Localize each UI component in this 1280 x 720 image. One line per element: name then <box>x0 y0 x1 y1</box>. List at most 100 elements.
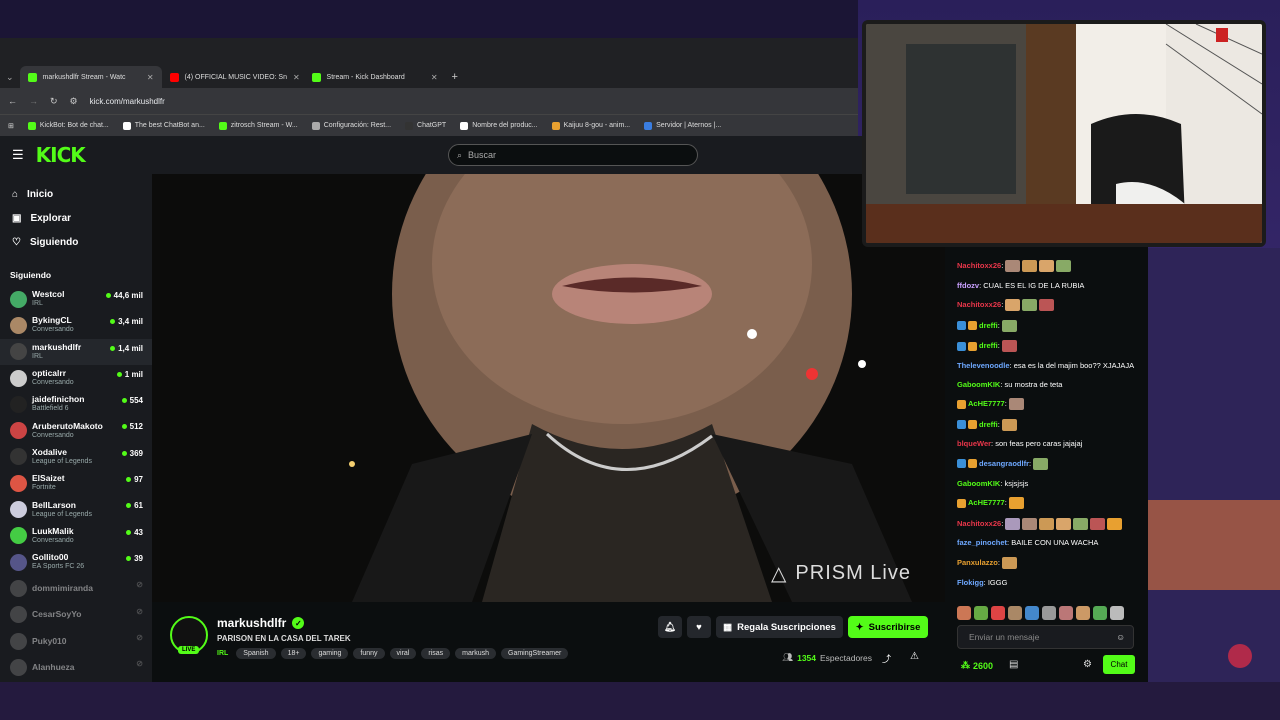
stream-tag[interactable]: markush <box>455 648 497 659</box>
sidebar-channel-item[interactable]: Westcol IRL 44,6 mil <box>0 286 152 312</box>
tab-kick-dashboard[interactable]: Stream - Kick Dashboard ✕ <box>304 66 446 88</box>
quick-emote-icon[interactable] <box>1076 606 1090 620</box>
live-dot-icon <box>126 555 132 561</box>
chat-text: BAILE CON UNA WACHA <box>1011 538 1099 548</box>
bookmark-item[interactable]: zitrosch Stream - W... <box>218 121 298 130</box>
sidebar-channel-item[interactable]: CesarSoyYo ⊘ <box>0 602 152 628</box>
chat-username[interactable]: AcHE7777 <box>968 498 1005 507</box>
category-link[interactable]: IRL <box>217 650 228 657</box>
url-field[interactable]: kick.com/markushdlfr <box>90 97 165 106</box>
sidebar-channel-item[interactable]: BykingCL Conversando 3,4 mil <box>0 312 152 338</box>
sidebar-channel-item[interactable]: BellLarson League of Legends 61 <box>0 496 152 522</box>
sidebar-channel-item[interactable]: dommimiranda ⊘ <box>0 575 152 601</box>
close-icon[interactable]: ✕ <box>293 73 300 82</box>
chat-username[interactable]: Panxulazzo <box>957 558 998 567</box>
chat-username[interactable]: dreffi <box>979 341 998 350</box>
sidebar-channel-item[interactable]: Xodalive League of Legends 369 <box>0 444 152 470</box>
tab-search-icon[interactable]: ⌄ <box>0 72 20 83</box>
site-info-icon[interactable]: ⚙ <box>70 96 78 107</box>
quick-emote-icon[interactable] <box>1008 606 1022 620</box>
stream-tag[interactable]: funny <box>353 648 385 659</box>
apps-grid-icon[interactable]: ⊞ <box>8 122 14 130</box>
subscribe-button[interactable]: ✦ Suscribirse <box>848 616 928 638</box>
quick-emote-icon[interactable] <box>991 606 1005 620</box>
chat-username[interactable]: faze_pinochet <box>957 538 1007 547</box>
close-icon[interactable]: ✕ <box>431 73 438 82</box>
gear-icon[interactable]: ⚙ <box>1083 659 1092 670</box>
kick-logo[interactable]: KICK <box>36 143 86 167</box>
bookmark-item[interactable]: Configuración: Rest... <box>311 121 391 130</box>
stream-tag[interactable]: 18+ <box>280 648 307 659</box>
chat-username[interactable]: desangraodlfr <box>979 459 1029 468</box>
sidebar-channel-item[interactable]: ElSaizet Fortnite 97 <box>0 470 152 496</box>
gift-subs-button[interactable]: ▦ Regala Suscripciones <box>716 616 843 638</box>
new-tab-plus-icon[interactable]: + <box>446 71 458 83</box>
chat-username[interactable]: Flokigg <box>957 578 984 587</box>
chat-username[interactable]: Nachitoxx26 <box>957 300 1001 309</box>
follow-heart-button[interactable]: ♥ <box>687 616 711 638</box>
notification-bell-button[interactable]: 🔔︎ <box>658 616 682 638</box>
back-arrow-icon[interactable]: ← <box>8 96 17 106</box>
chat-username[interactable]: Nachitoxx26 <box>957 519 1001 528</box>
sidebar-channel-item[interactable]: Gollito00 EA Sports FC 26 39 <box>0 549 152 575</box>
quick-emote-icon[interactable] <box>1110 606 1124 620</box>
stream-tag[interactable]: gaming <box>311 648 349 659</box>
chat-message: dreffi: <box>957 319 1137 332</box>
chat-message: ffdozv: CUAL ES EL IG DE LA RUBIA <box>957 281 1137 291</box>
close-icon[interactable]: ✕ <box>147 73 154 82</box>
quick-emote-icon[interactable] <box>1025 606 1039 620</box>
quick-emote-icon[interactable] <box>1042 606 1056 620</box>
search-input[interactable]: ⌕ Buscar <box>448 144 698 166</box>
chat-username[interactable]: dreffi <box>979 420 998 429</box>
sidebar-channel-item[interactable]: LuukMalik Conversando 43 <box>0 523 152 549</box>
quick-emote-icon[interactable] <box>1059 606 1073 620</box>
bookmark-item[interactable]: Kaijuu 8-gou - anim... <box>551 121 630 130</box>
emoji-icon[interactable]: ☺ <box>1116 632 1125 642</box>
share-icon[interactable]: ⤴ <box>882 652 891 665</box>
stream-tag[interactable]: GamingStreamer <box>501 648 569 659</box>
quick-emote-icon[interactable] <box>1093 606 1107 620</box>
bookmark-item[interactable]: ChatGPT <box>405 121 446 130</box>
chat-username[interactable]: Thelevenoodle <box>957 361 1010 370</box>
chat-username[interactable]: ffdozv <box>957 281 979 290</box>
bookmark-item[interactable]: The best ChatBot an... <box>122 121 205 130</box>
bookmark-item[interactable]: Servidor | Aternos |... <box>644 121 721 130</box>
chat-username[interactable]: GaboomKIK <box>957 479 1000 488</box>
chat-input[interactable]: Enviar un mensaje ☺ <box>957 625 1134 649</box>
chat-send-button[interactable]: Chat <box>1103 655 1135 674</box>
channel-viewers: 512 <box>121 422 143 431</box>
chat-username[interactable]: Nachitoxx26 <box>957 261 1001 270</box>
sidebar-channel-item[interactable]: Puky010 ⊘ <box>0 628 152 654</box>
stream-tag[interactable]: Spanish <box>236 648 276 659</box>
chat-username[interactable]: GaboomKIK <box>957 380 1000 389</box>
sidebar-channel-item[interactable]: markushdlfr IRL 1,4 mil <box>0 338 152 365</box>
video-player[interactable]: △ PRISM Live <box>152 174 945 602</box>
nav-siguiendo[interactable]: ♡ Siguiendo <box>0 230 152 254</box>
bookmark-item[interactable]: KickBot: Bot de chat... <box>27 121 109 130</box>
quick-emote-icon[interactable] <box>957 606 971 620</box>
stream-tag[interactable]: risas <box>421 648 451 659</box>
nav-explorar[interactable]: ▣ Explorar <box>0 206 152 230</box>
chat-username[interactable]: AcHE7777 <box>968 399 1005 408</box>
chat-username[interactable]: dreffi <box>979 321 998 330</box>
sidebar-channel-item[interactable]: opticalrr Conversando 1 mil <box>0 365 152 391</box>
quick-emote-icon[interactable] <box>974 606 988 620</box>
report-warning-icon[interactable]: ⚠ <box>910 651 919 662</box>
tab-label: Stream - Kick Dashboard <box>326 73 405 81</box>
stream-tag[interactable]: viral <box>389 648 417 659</box>
bookmark-item[interactable]: Nombre del produc... <box>460 121 538 130</box>
streamer-name[interactable]: markushdlfr ✓ <box>217 616 305 630</box>
store-icon[interactable]: ▤ <box>1009 659 1018 670</box>
forward-arrow-icon[interactable]: → <box>29 96 38 106</box>
tab-kick-stream[interactable]: markushdlfr Stream - Watc ✕ <box>19 66 162 88</box>
tab-youtube[interactable]: (4) OFFICIAL MUSIC VIDEO: Sn ✕ <box>162 66 304 88</box>
bookmark-favicon-icon <box>122 121 131 130</box>
channel-points[interactable]: ⁂ 2600 <box>961 660 993 671</box>
sidebar-channel-item[interactable]: AruberutoMakoto Conversando 512 <box>0 417 152 443</box>
sidebar-channel-item[interactable]: jaidefinichon Battlefield 6 554 <box>0 391 152 417</box>
reload-icon[interactable]: ↻ <box>50 96 58 107</box>
chat-username[interactable]: blqueWer <box>957 439 991 448</box>
sidebar-channel-item[interactable]: Alanhueza ⊘ <box>0 654 152 680</box>
hamburger-menu-icon[interactable]: ☰ <box>12 147 24 163</box>
nav-inicio[interactable]: ⌂ Inicio <box>0 182 152 206</box>
